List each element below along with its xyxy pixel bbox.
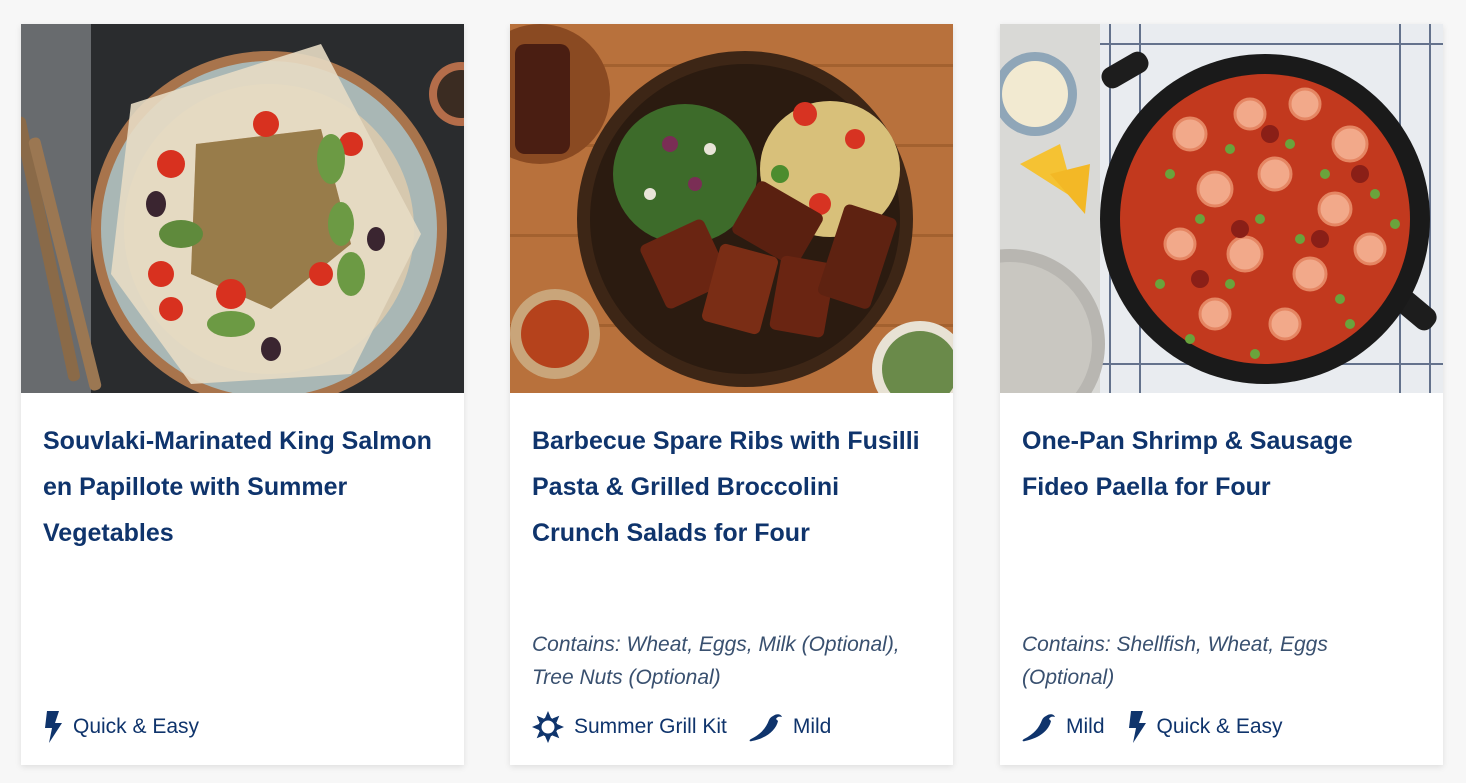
tag-quick-easy: Quick & Easy — [43, 711, 199, 743]
recipe-tags: Summer Grill Kit Mild — [532, 709, 853, 745]
recipe-tags: Mild Quick & Easy — [1022, 709, 1305, 745]
allergen-info: Contains: Shellfish, Wheat, Eggs (Option… — [1022, 633, 1328, 689]
recipe-card[interactable]: Barbecue Spare Ribs with Fusilli Pasta &… — [510, 24, 953, 765]
recipe-card[interactable]: Souvlaki-Marinated King Salmon en Papill… — [21, 24, 464, 765]
tag-label: Mild — [1066, 715, 1105, 738]
chili-pepper-icon — [749, 714, 782, 742]
recipe-tags: Quick & Easy — [43, 709, 221, 745]
lightning-icon — [1128, 711, 1146, 743]
recipe-title[interactable]: Barbecue Spare Ribs with Fusilli Pasta &… — [532, 418, 927, 556]
lightning-icon — [45, 711, 62, 743]
tag-label: Quick & Easy — [73, 715, 200, 738]
recipe-title[interactable]: Souvlaki-Marinated King Salmon en Papill… — [43, 418, 438, 556]
allergen-info: Contains: Wheat, Eggs, Milk (Optional), … — [532, 633, 900, 689]
tag-summer-grill-kit: Summer Grill Kit — [532, 711, 727, 743]
recipe-title[interactable]: One-Pan Shrimp & Sausage Fideo Paella fo… — [1022, 418, 1417, 510]
recipe-card[interactable]: One-Pan Shrimp & Sausage Fideo Paella fo… — [1000, 24, 1443, 765]
tag-label: Quick & Easy — [1156, 715, 1283, 738]
recipe-photo-ribs[interactable] — [510, 24, 953, 393]
tag-quick-easy: Quick & Easy — [1127, 711, 1283, 743]
tag-mild: Mild — [749, 711, 832, 743]
tag-mild: Mild — [1022, 711, 1105, 743]
chili-pepper-icon — [1022, 714, 1055, 742]
recipe-photo-salmon[interactable] — [21, 24, 464, 393]
recipe-photo-paella[interactable] — [1000, 24, 1443, 393]
tag-label: Mild — [792, 715, 832, 738]
sun-icon — [532, 711, 564, 743]
tag-label: Summer Grill Kit — [574, 715, 727, 738]
